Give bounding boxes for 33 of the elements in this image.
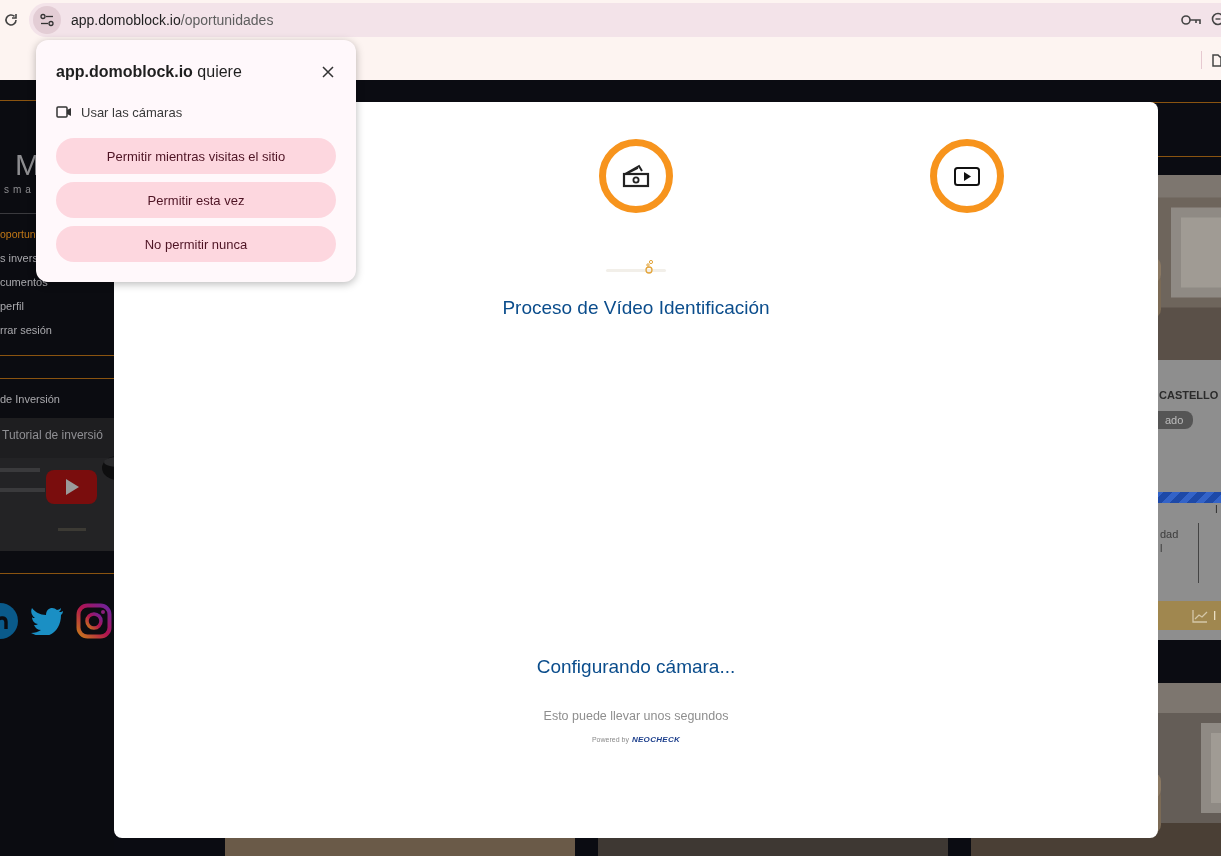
hint-text: Esto puede llevar unos segundos [543, 708, 729, 724]
site-settings-icon[interactable] [33, 6, 61, 34]
close-icon [322, 66, 334, 78]
key-icon[interactable] [1181, 13, 1201, 27]
modal-title: Proceso de Vídeo Identificación [502, 296, 770, 320]
sidebar-item[interactable]: oportun [0, 222, 36, 246]
sidebar-item[interactable]: rrar sesión [0, 318, 52, 342]
metric-label: dad [1160, 527, 1180, 541]
permission-button[interactable]: Permitir esta vez [56, 182, 336, 218]
progress-label: I [1215, 504, 1218, 515]
video-title: Tutorial de inversió [2, 428, 103, 442]
permission-button[interactable]: No permitir nunca [56, 226, 336, 262]
sidebar-item[interactable]: perfil [0, 294, 24, 318]
prompt-title: app.domoblock.io quiere [56, 63, 242, 81]
listing-title: CASTELLO [1159, 389, 1219, 401]
chart-icon [1192, 608, 1208, 623]
address-field[interactable]: app.domoblock.io/oportunidades [71, 12, 274, 28]
folder-icon[interactable] [1212, 53, 1221, 67]
permission-button[interactable]: Permitir mientras visitas el sitio [56, 138, 336, 174]
logo-icon [604, 258, 668, 276]
logo-tagline: sma [4, 183, 35, 197]
zoom-out-icon[interactable] [1211, 12, 1221, 28]
status-text: Configurando cámara... [536, 655, 736, 679]
play-button-icon[interactable] [46, 470, 97, 504]
metric-value: l [1160, 541, 1164, 555]
permission-label: Usar las cámaras [81, 104, 183, 120]
camera-outline-icon[interactable] [76, 603, 112, 639]
video-camera-icon [56, 106, 72, 118]
brand-logo: NEOCHECK [631, 734, 681, 746]
money-icon [622, 162, 650, 190]
section-title: de Inversión [0, 392, 61, 407]
bird-icon[interactable] [30, 607, 64, 635]
reload-icon[interactable] [3, 12, 19, 28]
